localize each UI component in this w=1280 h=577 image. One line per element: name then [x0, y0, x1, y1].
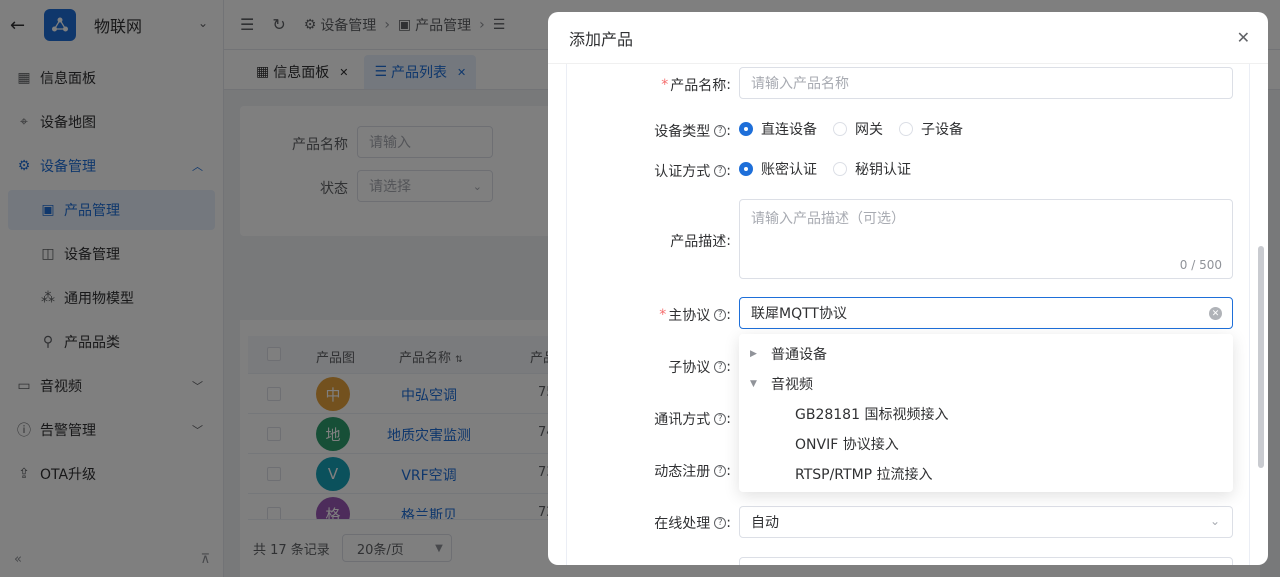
drawer-title: 添加产品 [569, 29, 634, 49]
radio-password-auth[interactable]: 账密认证 [739, 159, 817, 179]
label-text: 认证方式 [654, 164, 711, 180]
device-type-radio-group: 直连设备 网关 子设备 [739, 113, 1233, 145]
label-text: 在线处理 [654, 516, 711, 532]
field-label: 通讯方式?: [654, 411, 731, 428]
tree-leaf-rtsp-rtmp[interactable]: RTSP/RTMP 拉流接入 [739, 459, 1233, 489]
required-mark: * [661, 77, 669, 93]
tree-leaf-onvif[interactable]: ONVIF 协议接入 [739, 429, 1233, 459]
field-label: 认证方式?: [654, 163, 731, 180]
field-label: * 产品名称: [661, 77, 731, 94]
help-icon[interactable]: ? [714, 165, 727, 177]
label-text: 设备类型 [654, 124, 711, 140]
radio-dot [739, 122, 753, 136]
radio-label: 直连设备 [761, 122, 817, 138]
online-handling-select[interactable]: 自动 ⌄ [739, 506, 1233, 538]
radio-sub-device[interactable]: 子设备 [899, 119, 963, 139]
caret-down-icon[interactable]: ▼ [750, 379, 764, 389]
tree-node-general-devices[interactable]: ▶ 普通设备 [739, 339, 1233, 369]
field-label: 设备类型?: [654, 123, 731, 140]
next-field-input[interactable] [739, 557, 1233, 565]
drawer-header: 添加产品 [548, 12, 1268, 64]
field-label: 在线处理?: [654, 515, 731, 532]
tree-node-label: 普通设备 [771, 347, 827, 363]
auth-radio-group: 账密认证 秘钥认证 [739, 153, 1233, 185]
field-label: 产品描述: [670, 233, 731, 250]
help-icon[interactable]: ? [714, 465, 727, 477]
radio-dot [833, 122, 847, 136]
tree-leaf-label: RTSP/RTMP 拉流接入 [795, 467, 933, 483]
radio-gateway[interactable]: 网关 [833, 119, 883, 139]
field-label: 动态注册?: [654, 463, 731, 480]
product-name-input[interactable]: 请输入产品名称 [739, 67, 1233, 99]
scrollbar[interactable] [1258, 246, 1264, 468]
help-icon[interactable]: ? [714, 125, 727, 137]
radio-label: 秘钥认证 [855, 162, 911, 178]
tree-node-audio-video[interactable]: ▼ 音视频 [739, 369, 1233, 399]
label-text: 动态注册 [654, 464, 711, 480]
help-icon[interactable]: ? [714, 517, 727, 529]
radio-direct-device[interactable]: 直连设备 [739, 119, 817, 139]
help-icon[interactable]: ? [714, 361, 727, 373]
label-text: 产品名称 [670, 78, 727, 94]
radio-dot [899, 122, 913, 136]
help-icon[interactable]: ? [714, 413, 727, 425]
product-description-textarea[interactable]: 请输入产品描述（可选） 0 / 500 [739, 199, 1233, 279]
radio-secret-auth[interactable]: 秘钥认证 [833, 159, 911, 179]
label-text: 产品描述 [670, 234, 727, 250]
label-text: 通讯方式 [654, 412, 711, 428]
radio-dot [739, 162, 753, 176]
field-label: * 主协议?: [659, 307, 731, 324]
clear-icon[interactable]: ✕ [1209, 307, 1222, 320]
main-protocol-select[interactable]: 联犀MQTT协议 ✕ [739, 297, 1233, 329]
chevron-down-icon: ⌄ [1209, 514, 1220, 528]
radio-label: 账密认证 [761, 162, 817, 178]
field-label: 子协议?: [668, 359, 731, 376]
help-icon[interactable]: ? [714, 309, 727, 321]
textarea-placeholder: 请输入产品描述（可选） [751, 211, 905, 227]
tree-leaf-label: ONVIF 协议接入 [795, 437, 899, 453]
tree-leaf-gb28181[interactable]: GB28181 国标视频接入 [739, 399, 1233, 429]
label-text: 主协议 [668, 308, 711, 324]
close-icon[interactable]: ✕ [1237, 28, 1250, 47]
radio-dot [833, 162, 847, 176]
tree-node-label: 音视频 [771, 377, 813, 393]
protocol-tree-dropdown: ▶ 普通设备 ▼ 音视频 GB28181 国标视频接入 ONVIF 协议接入 R… [739, 334, 1233, 492]
char-count: 0 / 500 [1179, 258, 1222, 272]
select-value: 自动 [751, 515, 779, 531]
label-text: 子协议 [668, 360, 711, 376]
tree-leaf-label: GB28181 国标视频接入 [795, 407, 949, 423]
required-mark: * [659, 307, 667, 323]
caret-right-icon[interactable]: ▶ [750, 349, 764, 359]
select-value: 联犀MQTT协议 [751, 306, 847, 322]
radio-label: 网关 [855, 122, 883, 138]
radio-label: 子设备 [921, 122, 963, 138]
